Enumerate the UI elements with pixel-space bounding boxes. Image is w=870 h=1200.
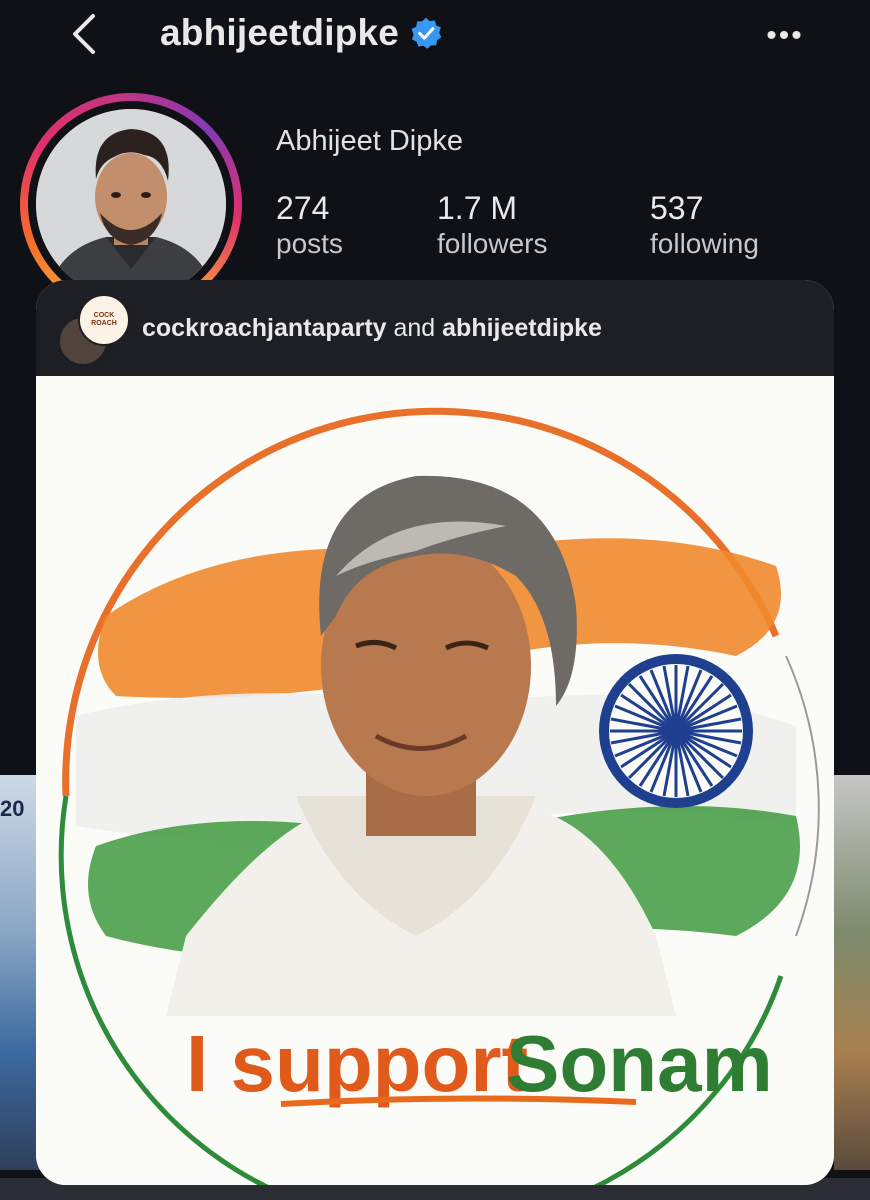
stat-posts[interactable]: 274 posts [276, 190, 343, 262]
stat-following-value: 537 [650, 190, 704, 226]
caption-text-part1: I support [186, 1019, 528, 1108]
collab-avatars[interactable]: COCK ROACH [58, 294, 130, 366]
chevron-left-icon [73, 14, 95, 54]
top-bar: abhijeetdipke ••• [0, 0, 870, 80]
ashoka-chakra [599, 654, 753, 808]
post-image: I support Sonam [36, 376, 834, 1185]
collab-joiner: and [386, 314, 443, 342]
stat-posts-value: 274 [276, 190, 330, 226]
stat-following[interactable]: 537 following [650, 190, 759, 262]
stat-followers-value: 1.7 M [437, 190, 518, 226]
stat-followers[interactable]: 1.7 M followers [437, 190, 547, 262]
background-post-left [0, 775, 40, 1170]
cockroach-janta-party-logo: COCK ROACH [91, 312, 117, 327]
caption-text-part2: Sonam [506, 1019, 773, 1108]
verified-badge-icon [411, 17, 442, 49]
background-post-left-text: 20 [0, 796, 25, 821]
back-button[interactable] [62, 12, 106, 56]
profile-full-name: Abhijeet Dipke [276, 125, 463, 157]
more-options-button[interactable]: ••• [745, 14, 825, 58]
collab-partner-link[interactable]: abhijeetdipke [442, 314, 602, 342]
collab-owner-link[interactable]: cockroachjantaparty [142, 314, 387, 342]
profile-username-header: abhijeetdipke [160, 12, 443, 54]
stat-following-label: following [650, 228, 759, 259]
profile-avatar [36, 109, 226, 299]
username-text: abhijeetdipke [160, 12, 400, 53]
post-preview-card[interactable]: COCK ROACH cockroachjantaparty and abhije… [36, 280, 834, 1185]
post-preview-header: COCK ROACH cockroachjantaparty and abhije… [36, 280, 834, 376]
collab-accounts-line: cockroachjantaparty and abhijeetdipke [142, 314, 602, 343]
collab-avatar-owner: COCK ROACH [78, 294, 130, 346]
background-post-right [834, 775, 870, 1170]
avatar-portrait [36, 109, 226, 299]
stat-posts-label: posts [276, 228, 343, 259]
stat-followers-label: followers [437, 228, 548, 259]
more-horizontal-icon: ••• [766, 19, 804, 52]
